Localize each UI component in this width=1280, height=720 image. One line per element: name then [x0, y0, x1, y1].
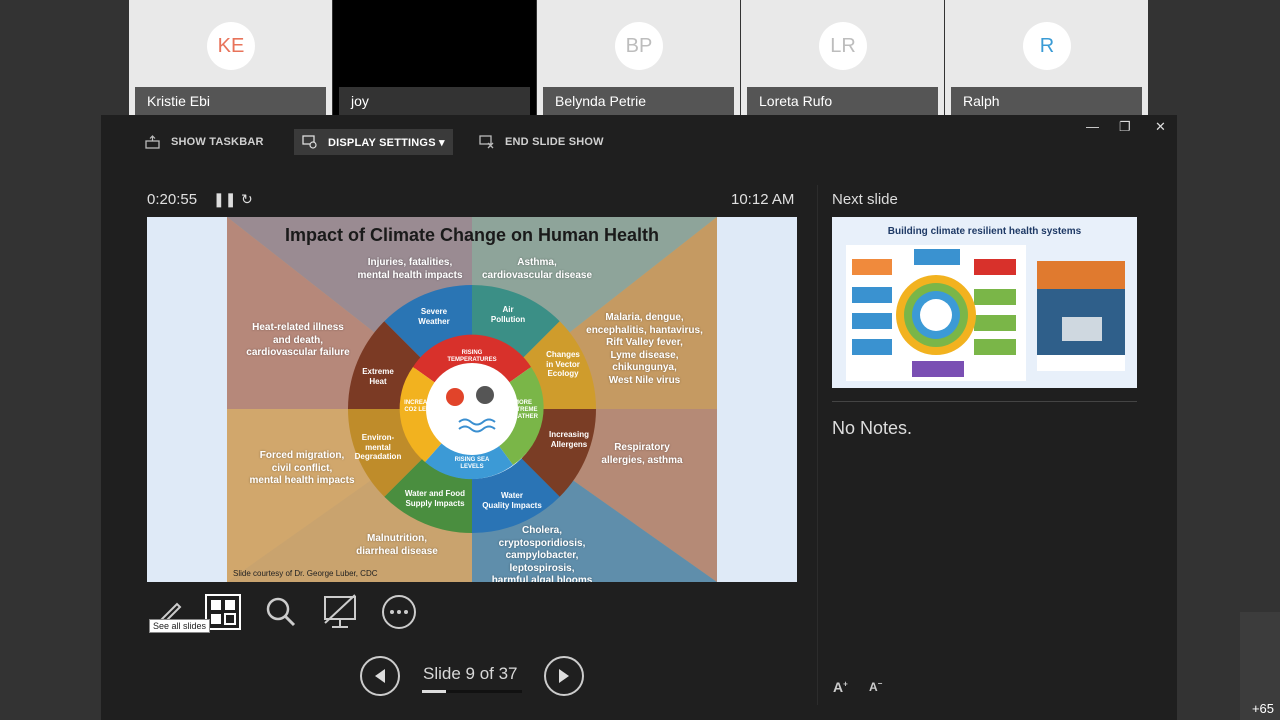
participant-name: joy — [339, 87, 530, 115]
participant-name: Belynda Petrie — [543, 87, 734, 115]
decrease-font-icon: − — [877, 679, 883, 688]
participant-tile[interactable]: joy — [333, 0, 536, 115]
display-settings-label: DISPLAY SETTINGS ▾ — [328, 136, 445, 149]
slide-progress — [422, 690, 522, 693]
ring-allergens: Increasing Allergens — [548, 430, 589, 449]
participant-tile[interactable]: KE Kristie Ebi — [129, 0, 332, 115]
ring-environmental: Environ- mental Degradation — [354, 433, 402, 462]
ring-water-food: Water and Food Supply Impacts — [404, 489, 466, 508]
previous-slide-button[interactable] — [360, 656, 400, 696]
presenter-view: SHOW TASKBAR DISPLAY SETTINGS ▾ END SLID… — [101, 115, 1177, 720]
slide-progress-fill — [422, 690, 447, 693]
participant-tile[interactable]: BP Belynda Petrie — [537, 0, 740, 115]
center-rising-temperatures: RISING TEMPERATURES — [447, 350, 497, 364]
screen: KE Kristie Ebi joy BP Belynda Petrie LR … — [0, 0, 1280, 720]
display-settings-button[interactable]: DISPLAY SETTINGS ▾ — [294, 129, 453, 155]
avatar: BP — [615, 22, 663, 70]
avatar: R — [1023, 22, 1071, 70]
display-settings-icon — [302, 135, 317, 149]
black-screen-icon — [324, 594, 356, 628]
increase-font-label: A — [833, 679, 844, 695]
next-slide-thumbnail — [846, 245, 1125, 381]
slide-canvas: Impact of Climate Change on Human Health… — [227, 217, 717, 582]
speaker-notes: No Notes. — [832, 418, 913, 438]
restart-timer-icon[interactable]: ↻ — [241, 191, 253, 208]
ring-water-quality: Water Quality Impacts — [482, 491, 542, 510]
more-participants[interactable]: +65 — [1240, 612, 1280, 720]
magnifier-icon — [266, 597, 296, 627]
slide-courtesy: Slide courtesy of Dr. George Luber, CDC — [233, 569, 378, 578]
pane-divider[interactable] — [817, 185, 818, 705]
show-taskbar-button[interactable]: SHOW TASKBAR — [145, 129, 264, 155]
notes-divider — [832, 401, 1137, 402]
next-slide-label: Next slide — [832, 191, 898, 208]
impact-malnutrition: Malnutrition, diarrheal disease — [356, 533, 438, 557]
participant-name: Kristie Ebi — [135, 87, 326, 115]
slide-title: Impact of Climate Change on Human Health — [284, 225, 660, 245]
taskbar-icon — [145, 135, 160, 149]
end-slide-show-label: END SLIDE SHOW — [505, 136, 604, 148]
participant-name: Loreta Rufo — [747, 87, 938, 115]
tooltip: See all slides — [149, 619, 211, 633]
more-options-button[interactable] — [379, 592, 419, 632]
previous-icon — [375, 669, 385, 683]
ring-extreme-heat: Extreme Heat — [362, 367, 394, 386]
impact-malaria: Malaria, dengue, encephalitis, hantaviru… — [586, 312, 703, 386]
show-taskbar-label: SHOW TASKBAR — [171, 136, 264, 148]
minimize-icon[interactable]: — — [1086, 119, 1099, 134]
zoom-button[interactable] — [261, 592, 301, 632]
avatar: KE — [207, 22, 255, 70]
current-time: 10:12 AM — [731, 191, 795, 208]
end-slide-show-button[interactable]: END SLIDE SHOW — [479, 129, 604, 155]
elapsed-timer: 0:20:55 — [147, 191, 198, 208]
current-slide[interactable]: Impact of Climate Change on Human Health… — [147, 217, 797, 582]
grid-icon — [205, 594, 241, 630]
next-slide-button[interactable] — [544, 656, 584, 696]
impact-cholera: Cholera, cryptosporidiosis, campylobacte… — [491, 525, 593, 582]
ring-vector: Changes in Vector Ecology — [546, 350, 580, 379]
participant-tile[interactable]: R Ralph — [945, 0, 1148, 115]
impact-migration: Forced migration, civil conflict, mental… — [249, 450, 355, 486]
increase-font-icon: + — [843, 679, 848, 689]
center-more-extreme-weather: MORE EXTREME WEATHER — [508, 400, 538, 421]
next-slide-preview[interactable]: Building climate resilient health system… — [832, 217, 1137, 388]
more-icon — [382, 595, 416, 629]
impact-injuries: Injuries, fatalities, mental health impa… — [357, 257, 463, 281]
slide-counter: Slide 9 of 37 — [423, 664, 518, 683]
impact-asthma: Asthma, cardiovascular disease — [481, 257, 593, 281]
decrease-font-label: A — [869, 680, 878, 694]
ring-severe-weather: Severe Weather — [418, 307, 450, 326]
avatar: LR — [819, 22, 867, 70]
participant-tile[interactable]: LR Loreta Rufo — [741, 0, 944, 115]
decrease-font-button[interactable]: A− — [869, 679, 882, 694]
end-show-icon — [479, 135, 494, 149]
participant-name: Ralph — [951, 87, 1142, 115]
impact-heat: Heat-related illness and death, cardiova… — [246, 322, 350, 358]
restore-icon[interactable]: ❐ — [1119, 119, 1131, 135]
next-icon — [559, 669, 569, 683]
ring-air-pollution: Air Pollution — [490, 305, 526, 324]
black-screen-button[interactable] — [320, 592, 360, 632]
center-increasing-co2: INCREASING CO2 LEVELS — [404, 400, 442, 414]
pause-icon[interactable]: ❚❚ — [213, 191, 236, 208]
close-icon[interactable]: ✕ — [1155, 119, 1166, 135]
center-rising-sea-levels: RISING SEA LEVELS — [454, 457, 490, 471]
increase-font-button[interactable]: A+ — [833, 679, 848, 695]
more-participants-count: +65 — [1251, 701, 1274, 716]
